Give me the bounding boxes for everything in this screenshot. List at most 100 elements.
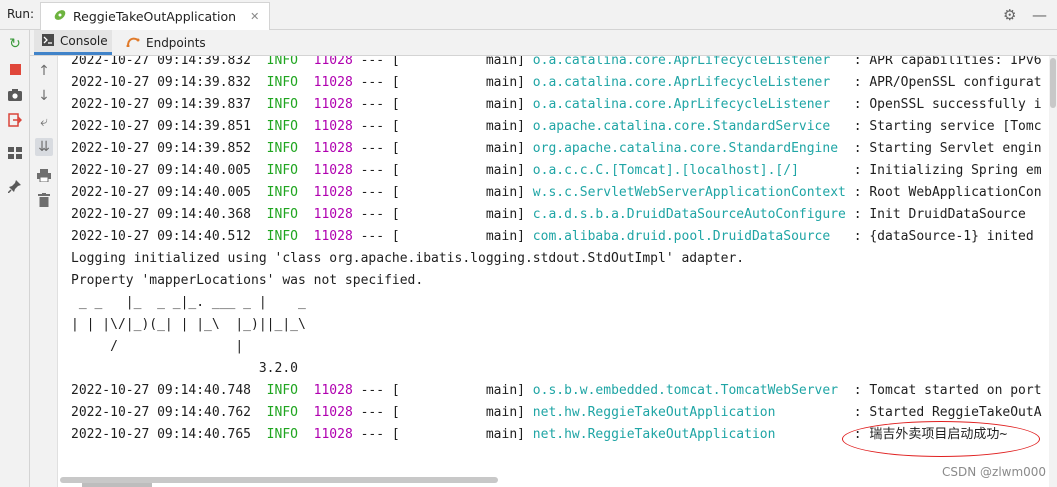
- log-line: 2022-10-27 09:14:39.832 INFO 11028 --- […: [71, 72, 1042, 94]
- log-thread: --- [ main]: [352, 56, 533, 68]
- output-line: / |: [71, 339, 314, 354]
- log-line: 2022-10-27 09:14:39.837 INFO 11028 --- […: [71, 94, 1042, 116]
- run-actions-bar: ↻: [0, 30, 30, 487]
- arrow-down-icon[interactable]: ↓: [35, 87, 53, 105]
- spring-leaf-icon: [53, 8, 67, 25]
- print-icon[interactable]: [35, 166, 53, 184]
- log-pid: 11028: [313, 163, 353, 178]
- log-timestamp: 2022-10-27 09:14:39.837: [71, 97, 252, 112]
- log-logger: o.apache.catalina.core.StandardService: [532, 119, 846, 134]
- log-pid: 11028: [313, 405, 353, 420]
- log-level: INFO: [266, 141, 298, 156]
- log-thread: --- [ main]: [352, 207, 533, 222]
- log-thread: --- [ main]: [352, 383, 533, 398]
- log-logger: net.hw.ReggieTakeOutApplication: [532, 427, 846, 442]
- log-message: : APR capabilities: IPv6: [845, 56, 1042, 68]
- log-logger: w.s.c.ServletWebServerApplicationContext: [532, 185, 846, 200]
- watermark: CSDN @zlwm000: [942, 465, 1047, 479]
- log-timestamp: 2022-10-27 09:14:39.851: [71, 119, 252, 134]
- stop-icon[interactable]: [7, 61, 23, 77]
- log-pid: 11028: [313, 427, 353, 442]
- log-message: : Starting service [Tomc: [845, 119, 1042, 134]
- log-message: : Started ReggieTakeOutA: [845, 405, 1042, 420]
- log-timestamp: 2022-10-27 09:14:40.512: [71, 229, 252, 244]
- log-line: 2022-10-27 09:14:40.005 INFO 11028 --- […: [71, 182, 1042, 204]
- exit-icon[interactable]: [7, 112, 23, 128]
- log-thread: --- [ main]: [352, 185, 533, 200]
- scroll-to-end-icon[interactable]: ⇊: [35, 138, 53, 156]
- log-line: 2022-10-27 09:14:40.005 INFO 11028 --- […: [71, 160, 1042, 182]
- log-line: 2022-10-27 09:14:40.512 INFO 11028 --- […: [71, 226, 1034, 248]
- layout-icon[interactable]: [7, 145, 23, 161]
- log-logger: com.alibaba.druid.pool.DruidDataSource: [532, 229, 846, 244]
- log-level: INFO: [266, 427, 298, 442]
- console-tabs: Console Endpoints: [30, 30, 1057, 56]
- run-toolbar: Run: ReggieTakeOutApplication ✕ ⚙ —: [0, 0, 1057, 30]
- log-timestamp: 2022-10-27 09:14:40.762: [71, 405, 252, 420]
- log-logger: o.a.catalina.core.AprLifecycleListener: [532, 97, 846, 112]
- log-level: INFO: [266, 97, 298, 112]
- log-timestamp: 2022-10-27 09:14:40.005: [71, 185, 252, 200]
- vertical-scrollbar[interactable]: [1049, 56, 1057, 487]
- log-thread: --- [ main]: [352, 119, 533, 134]
- log-logger: c.a.d.s.b.a.DruidDataSourceAutoConfigure: [532, 207, 846, 222]
- hide-icon[interactable]: —: [1032, 6, 1047, 24]
- horizontal-scrollbar-marker: [82, 483, 152, 487]
- log-thread: --- [ main]: [352, 97, 533, 112]
- log-level: INFO: [266, 383, 298, 398]
- log-timestamp: 2022-10-27 09:14:39.832: [71, 75, 252, 90]
- log-logger: org.apache.catalina.core.StandardEngine: [532, 141, 846, 156]
- soft-wrap-icon[interactable]: ⤶: [35, 113, 53, 131]
- run-label: Run:: [7, 7, 35, 21]
- log-logger: o.a.catalina.core.AprLifecycleListener: [532, 75, 846, 90]
- log-thread: --- [ main]: [352, 75, 533, 90]
- pin-icon[interactable]: [7, 178, 23, 194]
- output-line: | | |\/|_)(_| | |_\ |_)||_|_\: [71, 317, 314, 332]
- log-message: : Root WebApplicationCon: [845, 185, 1042, 200]
- trash-icon[interactable]: [35, 191, 53, 209]
- gear-icon[interactable]: ⚙: [1003, 6, 1016, 24]
- log-level: INFO: [266, 119, 298, 134]
- log-line: 2022-10-27 09:14:40.762 INFO 11028 --- […: [71, 402, 1042, 424]
- vertical-scrollbar-thumb[interactable]: [1050, 58, 1056, 108]
- log-message: : Tomcat started on port: [845, 383, 1042, 398]
- run-tab[interactable]: ReggieTakeOutApplication ✕: [40, 2, 271, 30]
- log-pid: 11028: [313, 141, 353, 156]
- log-level: INFO: [266, 405, 298, 420]
- log-thread: --- [ main]: [352, 163, 533, 178]
- log-level: INFO: [266, 56, 298, 68]
- tab-console[interactable]: Console: [34, 30, 112, 55]
- log-message: : APR/OpenSSL configurat: [845, 75, 1042, 90]
- log-level: INFO: [266, 185, 298, 200]
- log-pid: 11028: [313, 75, 353, 90]
- tab-endpoints-label: Endpoints: [146, 35, 206, 50]
- close-icon[interactable]: ✕: [250, 10, 259, 23]
- output-line: Logging initialized using 'class org.apa…: [71, 251, 745, 266]
- log-message: : Init DruidDataSource: [845, 207, 1026, 222]
- log-pid: 11028: [313, 97, 353, 112]
- camera-icon[interactable]: [7, 87, 23, 103]
- log-level: INFO: [266, 75, 298, 90]
- log-logger: o.a.catalina.core.AprLifecycleListener: [532, 56, 846, 68]
- log-line: 2022-10-27 09:14:39.832 INFO 11028 --- […: [71, 56, 1042, 72]
- arrow-up-icon[interactable]: ↑: [35, 62, 53, 80]
- tab-endpoints[interactable]: Endpoints: [118, 30, 206, 55]
- log-message: : {dataSource-1} inited: [845, 229, 1034, 244]
- log-line: 2022-10-27 09:14:39.852 INFO 11028 --- […: [71, 138, 1042, 160]
- run-tab-title: ReggieTakeOutApplication: [73, 9, 237, 24]
- log-pid: 11028: [313, 229, 353, 244]
- log-thread: --- [ main]: [352, 427, 533, 442]
- console-output[interactable]: 2022-10-27 09:14:39.832 INFO 11028 --- […: [59, 56, 1049, 476]
- rerun-icon[interactable]: ↻: [7, 36, 23, 52]
- log-level: INFO: [266, 163, 298, 178]
- tab-console-label: Console: [60, 34, 108, 48]
- log-message: : Starting Servlet engin: [845, 141, 1042, 156]
- log-level: INFO: [266, 229, 298, 244]
- log-timestamp: 2022-10-27 09:14:40.368: [71, 207, 252, 222]
- log-line: 2022-10-27 09:14:40.748 INFO 11028 --- […: [71, 380, 1042, 402]
- output-line: Property 'mapperLocations' was not speci…: [71, 273, 424, 288]
- log-thread: --- [ main]: [352, 405, 533, 420]
- console-actions-bar: ↑ ↓ ⤶ ⇊: [30, 56, 58, 487]
- console-icon: [42, 33, 54, 49]
- log-timestamp: 2022-10-27 09:14:39.852: [71, 141, 252, 156]
